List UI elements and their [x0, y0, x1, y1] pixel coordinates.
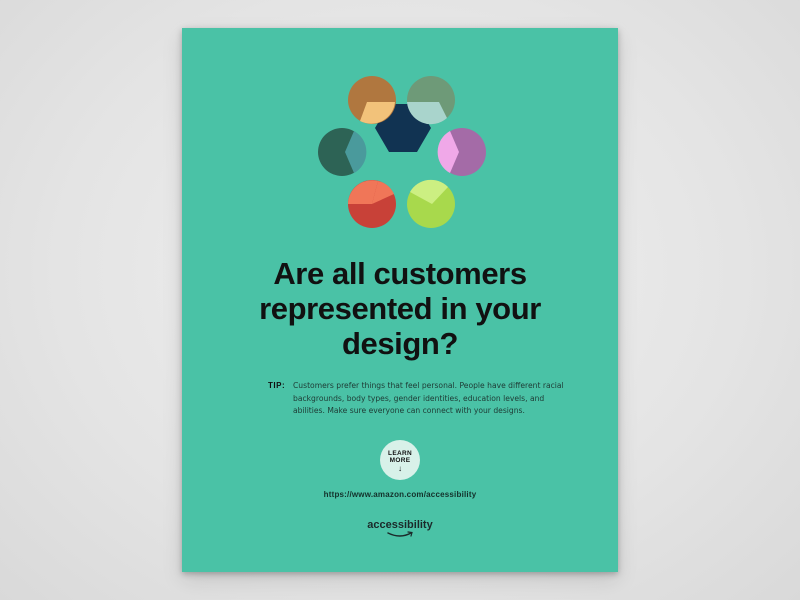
tip-label: TIP:	[268, 381, 286, 390]
circle-lime-icon	[407, 179, 455, 228]
amazon-smile-icon	[387, 531, 413, 537]
accessibility-url-link[interactable]: https://www.amazon.com/accessibility	[182, 490, 618, 499]
circle-teal-icon	[318, 128, 367, 176]
headline-line: design?	[341, 326, 459, 361]
headline-line: Are all customers	[273, 256, 527, 291]
circle-red-icon	[348, 180, 396, 228]
arrow-down-icon: ↓	[398, 464, 402, 473]
circle-purple-icon	[437, 128, 486, 176]
brand-wordmark: accessibility	[367, 519, 433, 531]
headline-line: represented in your	[259, 291, 541, 326]
tip-line: abilities. Make sure everyone can connec…	[293, 406, 525, 415]
diversity-emblem	[318, 76, 486, 228]
learn-more-button[interactable]: LEARN MORE ↓	[380, 440, 420, 480]
headline: Are all customers represented in your de…	[222, 256, 578, 361]
tip-line: backgrounds, body types, gender identiti…	[293, 393, 545, 403]
learn-more-label-1: LEARN	[388, 450, 412, 457]
circle-sage-icon	[407, 76, 455, 125]
tip-line: Customers prefer things that feel person…	[293, 381, 564, 390]
tip-text: Customers prefer things that feel person…	[293, 380, 564, 418]
learn-more-label-2: MORE	[389, 457, 411, 464]
poster: Are all customers represented in your de…	[182, 28, 618, 572]
circle-tan-icon	[348, 76, 396, 124]
